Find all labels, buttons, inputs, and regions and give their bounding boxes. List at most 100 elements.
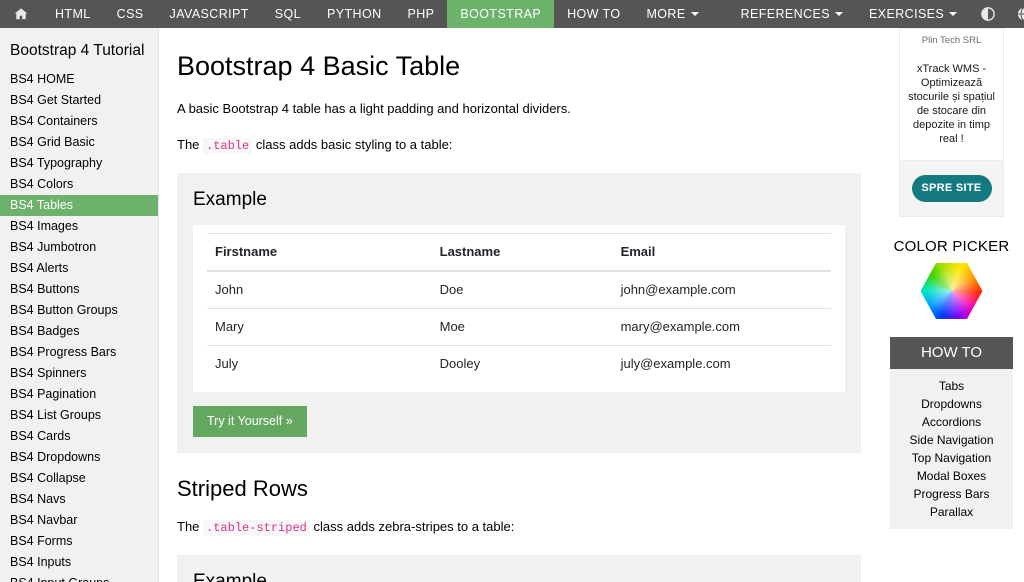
nav-item-bootstrap[interactable]: BOOTSTRAP <box>447 0 554 28</box>
left-sidebar: Bootstrap 4 Tutorial BS4 HOME BS4 Get St… <box>0 28 159 582</box>
cell-email: mary@example.com <box>613 309 831 346</box>
howto-item-progress-bars[interactable]: Progress Bars <box>890 485 1013 503</box>
example-heading: Example <box>193 571 845 582</box>
sidebar-item-bs4-forms[interactable]: BS4 Forms <box>0 531 158 552</box>
cell-firstname: Mary <box>207 309 432 346</box>
globe-icon[interactable] <box>1006 0 1024 28</box>
table-header-row: Firstname Lastname Email <box>207 234 831 272</box>
color-picker-container <box>879 263 1024 319</box>
howto-item-tabs[interactable]: Tabs <box>890 377 1013 395</box>
sidebar-item-bs4-dropdowns[interactable]: BS4 Dropdowns <box>0 447 158 468</box>
nav-item-javascript[interactable]: JAVASCRIPT <box>157 0 262 28</box>
nav-label: HTML <box>55 7 91 21</box>
ad-cta-button[interactable]: SPRE SITE <box>912 175 992 202</box>
sidebar-item-bs4-pagination[interactable]: BS4 Pagination <box>0 384 158 405</box>
sidebar-item-bs4-list-groups[interactable]: BS4 List Groups <box>0 405 158 426</box>
sidebar-item-bs4-buttons[interactable]: BS4 Buttons <box>0 279 158 300</box>
example-box-striped-table: Example Firstname Lastname Email <box>177 555 861 582</box>
column-header-firstname: Firstname <box>207 234 432 272</box>
howto-item-parallax[interactable]: Parallax <box>890 503 1013 521</box>
section-title-striped-rows: Striped Rows <box>177 476 861 502</box>
sidebar-item-bs4-spinners[interactable]: BS4 Spinners <box>0 363 158 384</box>
cell-lastname: Doe <box>432 271 613 309</box>
advertisement[interactable]: Plin Tech SRL xTrack WMS - Optimizează s… <box>899 28 1004 217</box>
sidebar-item-bs4-containers[interactable]: BS4 Containers <box>0 111 158 132</box>
howto-item-side-navigation[interactable]: Side Navigation <box>890 431 1013 449</box>
intro-paragraph: A basic Bootstrap 4 table has a light pa… <box>177 100 861 118</box>
nav-label: PHP <box>408 7 435 21</box>
nav-label: EXERCISES <box>869 7 944 21</box>
nav-label: SQL <box>275 7 301 21</box>
table-row: John Doe john@example.com <box>207 271 831 309</box>
sidebar-item-bs4-images[interactable]: BS4 Images <box>0 216 158 237</box>
sidebar-item-bs4-progress-bars[interactable]: BS4 Progress Bars <box>0 342 158 363</box>
nav-item-html[interactable]: HTML <box>42 0 104 28</box>
nav-gap <box>712 0 728 28</box>
nav-label: JAVASCRIPT <box>170 7 249 21</box>
nav-item-exercises[interactable]: EXERCISES <box>856 0 970 28</box>
sidebar-item-bs4-input-groups[interactable]: BS4 Input Groups <box>0 573 158 582</box>
nav-item-howto[interactable]: HOW TO <box>554 0 633 28</box>
sidebar-item-bs4-inputs[interactable]: BS4 Inputs <box>0 552 158 573</box>
column-header-lastname: Lastname <box>432 234 613 272</box>
nav-item-more[interactable]: MORE <box>633 0 711 28</box>
nav-item-python[interactable]: PYTHON <box>314 0 395 28</box>
home-icon[interactable] <box>0 0 42 28</box>
sidebar-item-bs4-collapse[interactable]: BS4 Collapse <box>0 468 158 489</box>
column-header-email: Email <box>613 234 831 272</box>
top-navbar: HTML CSS JAVASCRIPT SQL PYTHON PHP BOOTS… <box>0 0 1024 28</box>
try-it-yourself-button[interactable]: Try it Yourself » <box>193 406 307 437</box>
ad-body: Plin Tech SRL xTrack WMS - Optimizează s… <box>900 29 1003 161</box>
sidebar-item-bs4-tables[interactable]: BS4 Tables <box>0 195 158 216</box>
main-content: Bootstrap 4 Basic Table A basic Bootstra… <box>160 28 878 582</box>
nav-item-sql[interactable]: SQL <box>262 0 314 28</box>
sidebar-item-bs4-get-started[interactable]: BS4 Get Started <box>0 90 158 111</box>
striped-class-sentence: The .table-striped class adds zebra-stri… <box>177 518 861 537</box>
sidebar-item-bs4-cards[interactable]: BS4 Cards <box>0 426 158 447</box>
nav-label: CSS <box>117 7 144 21</box>
color-hexagon-icon[interactable] <box>921 263 983 319</box>
cell-lastname: Dooley <box>432 346 613 383</box>
chevron-down-icon <box>949 12 957 16</box>
table-container: Firstname Lastname Email John Doe john@e… <box>193 225 845 392</box>
cell-lastname: Moe <box>432 309 613 346</box>
howto-item-accordions[interactable]: Accordions <box>890 413 1013 431</box>
sidebar-item-bs4-button-groups[interactable]: BS4 Button Groups <box>0 300 158 321</box>
nav-item-php[interactable]: PHP <box>395 0 448 28</box>
howto-header: HOW TO <box>890 337 1013 369</box>
howto-item-top-navigation[interactable]: Top Navigation <box>890 449 1013 467</box>
striped-sentence-prefix: The <box>177 519 199 534</box>
class-sentence: The .table class adds basic styling to a… <box>177 136 861 155</box>
sidebar-item-bs4-navs[interactable]: BS4 Navs <box>0 489 158 510</box>
sidebar-item-bs4-jumbotron[interactable]: BS4 Jumbotron <box>0 237 158 258</box>
page-title: Bootstrap 4 Basic Table <box>177 50 861 82</box>
code-table-class: .table <box>203 138 252 154</box>
nav-label: REFERENCES <box>741 7 830 21</box>
cell-email: john@example.com <box>613 271 831 309</box>
sidebar-item-bs4-home[interactable]: BS4 HOME <box>0 69 158 90</box>
nav-label: BOOTSTRAP <box>460 7 541 21</box>
sidebar-item-bs4-badges[interactable]: BS4 Badges <box>0 321 158 342</box>
sidebar-item-bs4-navbar[interactable]: BS4 Navbar <box>0 510 158 531</box>
chevron-down-icon <box>835 12 843 16</box>
code-table-striped-class: .table-striped <box>203 520 310 536</box>
right-sidebar: Plin Tech SRL xTrack WMS - Optimizează s… <box>879 28 1024 582</box>
sidebar-title: Bootstrap 4 Tutorial <box>0 28 158 69</box>
example-heading: Example <box>193 189 845 211</box>
dark-mode-icon[interactable] <box>970 0 1006 28</box>
basic-table: Firstname Lastname Email John Doe john@e… <box>207 233 831 382</box>
color-picker-title: COLOR PICKER <box>879 238 1024 255</box>
howto-item-modal-boxes[interactable]: Modal Boxes <box>890 467 1013 485</box>
nav-item-css[interactable]: CSS <box>104 0 157 28</box>
nav-label: MORE <box>646 7 685 21</box>
sidebar-item-bs4-grid-basic[interactable]: BS4 Grid Basic <box>0 132 158 153</box>
howto-item-dropdowns[interactable]: Dropdowns <box>890 395 1013 413</box>
sidebar-item-bs4-alerts[interactable]: BS4 Alerts <box>0 258 158 279</box>
sidebar-item-bs4-typography[interactable]: BS4 Typography <box>0 153 158 174</box>
sidebar-item-bs4-colors[interactable]: BS4 Colors <box>0 174 158 195</box>
ad-copy: xTrack WMS - Optimizează stocurile și sp… <box>908 62 995 146</box>
class-sentence-suffix: class adds basic styling to a table: <box>256 137 453 152</box>
nav-item-references[interactable]: REFERENCES <box>728 0 856 28</box>
cell-firstname: July <box>207 346 432 383</box>
table-row: July Dooley july@example.com <box>207 346 831 383</box>
